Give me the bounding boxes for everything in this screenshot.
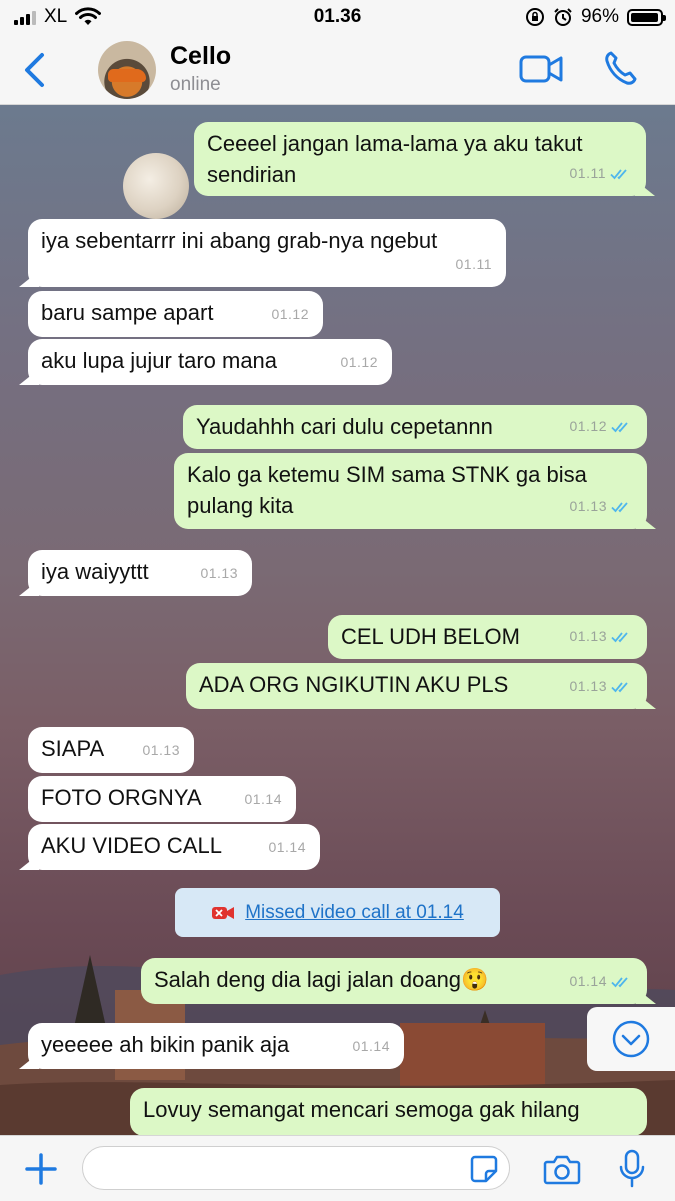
message-time: 01.11 (569, 165, 606, 181)
plus-icon[interactable] (24, 1152, 58, 1186)
incoming-message[interactable]: iya sebentarrr ini abang grab-nya ngebut… (28, 219, 506, 287)
message-meta: 01.14 (268, 832, 306, 863)
sticker-icon[interactable] (469, 1154, 499, 1184)
outgoing-message[interactable]: ADA ORG NGIKUTIN AKU PLS 01.13 (186, 663, 647, 709)
message-meta: 01.14 (244, 784, 282, 815)
phone-call-icon[interactable] (603, 50, 637, 86)
read-receipt-icon (611, 631, 628, 642)
message-time: 01.13 (569, 628, 607, 644)
incoming-message[interactable]: baru sampe apart 01.12 (28, 291, 323, 337)
message-time: 01.14 (268, 839, 306, 855)
incoming-message[interactable]: yeeeee ah bikin panik aja 01.14 (28, 1023, 404, 1069)
message-meta: 01.14 (569, 966, 633, 997)
message-time: 01.12 (569, 418, 607, 434)
message-meta: 01.12 (271, 299, 309, 330)
message-time: 01.11 (455, 256, 492, 272)
message-text: iya sebentarrr ini abang grab-nya ngebut (41, 228, 438, 253)
read-receipt-icon (611, 976, 628, 987)
message-text: yeeeee ah bikin panik aja (41, 1032, 290, 1057)
contact-status: online (170, 74, 221, 95)
read-receipt-icon (610, 168, 627, 179)
read-receipt-icon (611, 681, 628, 692)
message-text: AKU VIDEO CALL (41, 833, 222, 858)
read-receipt-icon (611, 501, 628, 512)
message-text: Salah deng dia lagi jalan doang😲 (154, 967, 489, 992)
battery-percent: 96% (580, 6, 619, 27)
missed-video-call-icon (212, 906, 235, 919)
message-meta: 01.13 (142, 735, 180, 766)
incoming-message[interactable]: FOTO ORGNYA 01.14 (28, 776, 296, 822)
message-meta: 01.13 (569, 671, 633, 702)
incoming-message[interactable]: SIAPA 01.13 (28, 727, 194, 773)
message-time: 01.14 (569, 973, 607, 989)
avatar[interactable] (98, 41, 156, 99)
message-text: Ceeeel jangan lama-lama ya aku takut sen… (207, 131, 583, 187)
message-text: aku lupa jujur taro mana (41, 348, 278, 373)
missed-video-call-notice[interactable]: Missed video call at 01.14 (175, 888, 500, 937)
alarm-icon (554, 8, 572, 26)
contact-name[interactable]: Cello (170, 42, 231, 71)
rotation-lock-icon (525, 8, 544, 26)
composer-bar (0, 1135, 675, 1201)
outgoing-message[interactable]: Ceeeel jangan lama-lama ya aku takut sen… (194, 122, 646, 196)
outgoing-message[interactable]: CEL UDH BELOM 01.13 (328, 615, 647, 659)
chat-header: Cello online (0, 34, 675, 105)
message-text: ADA ORG NGIKUTIN AKU PLS (199, 672, 509, 697)
message-text: Lovuy semangat mencari semoga gak hilang (143, 1097, 580, 1122)
message-meta: 01.12 (340, 347, 378, 378)
battery-icon (627, 8, 666, 26)
video-call-icon[interactable] (519, 52, 563, 86)
outgoing-message[interactable]: Kalo ga ketemu SIM sama STNK ga bisa pul… (174, 453, 647, 529)
status-right: 96% (525, 6, 666, 28)
message-meta: 01.13 (569, 621, 633, 652)
message-meta: 01.11 (570, 158, 633, 189)
missed-call-label: Missed video call at 01.14 (245, 901, 464, 923)
message-text: Kalo ga ketemu SIM sama STNK ga bisa pul… (187, 462, 587, 518)
outgoing-message[interactable]: Lovuy semangat mencari semoga gak hilang (130, 1088, 647, 1135)
message-meta: 01.11 (456, 249, 493, 280)
chat-area[interactable]: Ceeeel jangan lama-lama ya aku takut sen… (0, 105, 675, 1135)
message-time: 01.14 (244, 791, 282, 807)
message-time: 01.12 (271, 306, 309, 322)
incoming-message[interactable]: aku lupa jujur taro mana 01.12 (28, 339, 392, 385)
message-time: 01.13 (142, 742, 180, 758)
wallpaper-moon (123, 153, 189, 219)
message-time: 01.14 (352, 1038, 390, 1054)
read-receipt-icon (611, 421, 628, 432)
microphone-icon[interactable] (618, 1149, 646, 1189)
message-text: baru sampe apart (41, 300, 214, 325)
message-text: Yaudahhh cari dulu cepetannn (196, 414, 493, 439)
message-time: 01.13 (569, 678, 607, 694)
outgoing-message[interactable]: Yaudahhh cari dulu cepetannn 01.12 (183, 405, 647, 449)
message-meta: 01.13 (200, 558, 238, 589)
outgoing-message[interactable]: Salah deng dia lagi jalan doang😲 01.14 (141, 958, 647, 1004)
message-meta: 01.13 (569, 491, 633, 522)
message-meta: 01.12 (569, 411, 633, 442)
message-time: 01.12 (340, 354, 378, 370)
camera-icon[interactable] (543, 1152, 581, 1186)
incoming-message[interactable]: iya waiyyttt 01.13 (28, 550, 252, 596)
message-input[interactable] (82, 1146, 510, 1190)
chevron-down-circle-icon (612, 1020, 650, 1058)
incoming-message[interactable]: AKU VIDEO CALL 01.14 (28, 824, 320, 870)
status-bar: XL 01.36 96% (0, 0, 675, 34)
message-meta: 01.14 (352, 1031, 390, 1062)
message-time: 01.13 (569, 498, 607, 514)
scroll-to-bottom-button[interactable] (587, 1007, 675, 1071)
back-chevron-icon[interactable] (20, 52, 50, 88)
message-time: 01.13 (200, 565, 238, 581)
